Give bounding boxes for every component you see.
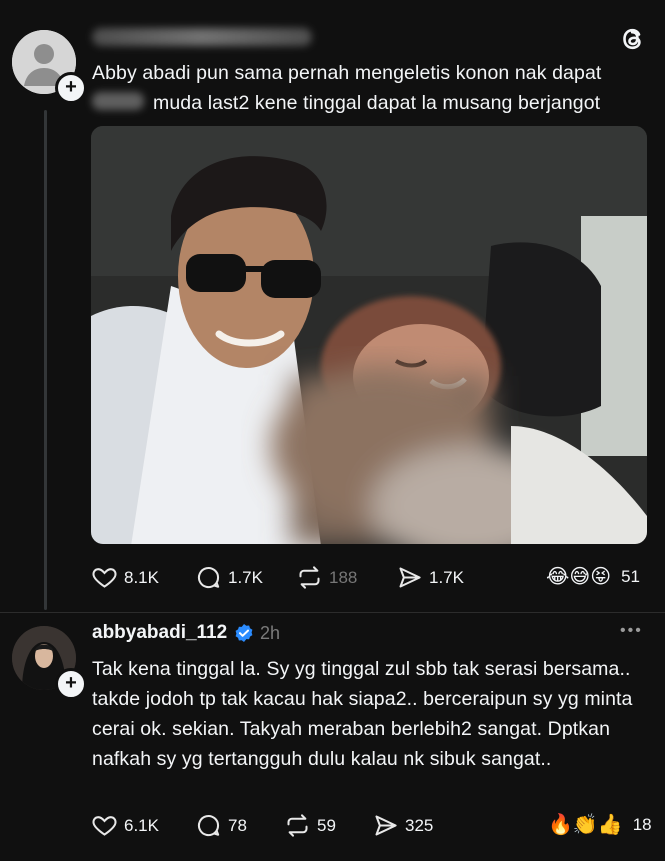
post-time: 2h [260,623,281,643]
reaction-emojis: 🔥👏👍 [548,814,623,836]
comment-icon [197,815,220,837]
photo-illustration [91,126,647,544]
reply-action[interactable]: 1.7K [195,564,263,591]
divider [0,612,665,613]
reaction-count: 51 [621,566,640,586]
share-action[interactable]: 325 [372,812,433,839]
comment-icon [197,567,220,589]
follow-plus-button[interactable]: + [55,72,87,104]
share-action[interactable]: 1.7K [396,564,464,591]
repost-icon [287,814,308,837]
repost-action[interactable]: 188 [296,564,357,591]
share-icon [375,815,397,836]
reactions[interactable]: 🔥👏👍 18 [548,812,652,837]
repost-icon [299,566,320,589]
heart-icon [92,568,117,588]
reaction-count: 18 [632,814,652,834]
share-count: 325 [405,815,434,835]
post-image[interactable] [91,126,647,544]
post-text-line-1: Abby abadi pun sama pernah mengeletis ko… [92,62,602,84]
like-action[interactable]: 6.1K [91,812,159,839]
repost-count: 59 [317,815,336,835]
reply-count: 1.7K [228,567,263,587]
verified-badge-icon [234,623,254,643]
reaction-emojis: 😂😅😝 [546,566,612,588]
reply-action[interactable]: 78 [195,812,247,839]
share-icon [399,567,421,588]
like-action[interactable]: 8.1K [91,564,159,591]
repost-count: 188 [329,567,358,587]
like-count: 8.1K [124,567,159,587]
more-options-button[interactable]: ••• [620,622,643,640]
reply-text: Tak kena tinggal la. Sy yg tinggal zul s… [92,658,633,770]
reactions[interactable]: 😂😅😝 51 [546,564,640,589]
like-count: 6.1K [124,815,159,835]
threads-logo-icon [618,24,648,54]
follow-plus-button[interactable]: + [55,668,87,700]
heart-icon [92,816,117,836]
username[interactable]: abbyabadi_112 [92,622,227,644]
repost-action[interactable]: 59 [284,812,336,839]
blurred-word [92,92,144,110]
share-count: 1.7K [429,567,464,587]
post-text-line-2: muda last2 kene tinggal dapat la musang … [153,92,601,114]
reply-count: 78 [228,815,247,835]
thread-line [44,110,47,610]
blurred-username [92,28,312,46]
